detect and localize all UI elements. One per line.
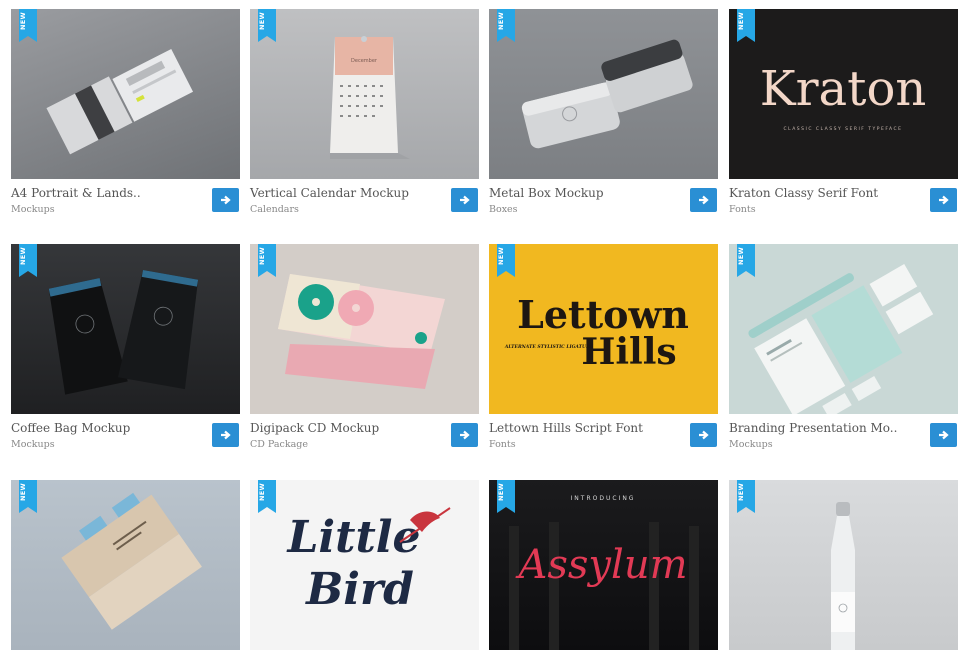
product-card[interactable]: Little Bird NEW [250, 480, 480, 650]
packaging-box-mockup-image [61, 492, 202, 630]
arrow-right-icon [460, 195, 470, 205]
kraton-font-preview: Kraton CLASSIC CLASSY SERIF TYPEFACE [760, 61, 927, 132]
svg-text:INTRODUCING: INTRODUCING [571, 495, 636, 502]
arrow-right-icon [939, 195, 949, 205]
calendar-mockup-image: December [330, 36, 410, 159]
little-bird-font-preview: Little Bird [285, 507, 451, 615]
product-thumbnail[interactable]: Kraton CLASSIC CLASSY SERIF TYPEFACE NEW [729, 9, 958, 179]
product-card[interactable]: NEW A4 Portrait & Lands.. Mockups [11, 9, 241, 229]
view-button[interactable] [690, 423, 717, 447]
product-thumbnail[interactable]: Lettown Hills ALTERNATE STYLISTIC LIGATU… [489, 244, 718, 414]
product-card[interactable]: INTRODUCING Assylum NEW [489, 480, 719, 650]
arrow-right-icon [221, 430, 231, 440]
view-button[interactable] [451, 423, 478, 447]
product-title[interactable]: Kraton Classy Serif Font [729, 186, 878, 200]
product-category[interactable]: Fonts [489, 439, 516, 450]
arrow-right-icon [221, 195, 231, 205]
arrow-right-icon [460, 430, 470, 440]
product-thumbnail[interactable]: NEW [489, 9, 718, 179]
product-grid: NEW A4 Portrait & Lands.. Mockups Decemb… [0, 0, 966, 650]
product-thumbnail[interactable]: NEW [11, 244, 240, 414]
product-thumbnail[interactable]: NEW [729, 244, 958, 414]
svg-text:Kraton: Kraton [760, 61, 927, 117]
product-card[interactable]: Kraton CLASSIC CLASSY SERIF TYPEFACE NEW… [729, 9, 959, 229]
view-button[interactable] [212, 188, 239, 212]
assylum-font-preview: INTRODUCING Assylum [509, 495, 699, 650]
product-category[interactable]: CD Package [250, 439, 308, 450]
branding-presentation-mockup-image [748, 264, 934, 414]
view-button[interactable] [451, 188, 478, 212]
coffee-bag-mockup-image [48, 269, 199, 395]
product-card[interactable]: NEW [11, 480, 241, 650]
brochure-mockup-image [46, 49, 194, 155]
view-button[interactable] [930, 188, 957, 212]
lettown-hills-font-preview: Lettown Hills ALTERNATE STYLISTIC LIGATU… [504, 292, 689, 373]
product-title[interactable]: Branding Presentation Mo.. [729, 421, 897, 435]
product-thumbnail[interactable]: Little Bird NEW [250, 480, 479, 650]
svg-text:Hills: Hills [581, 331, 676, 373]
svg-text:ALTERNATE STYLISTIC LIGATURE: ALTERNATE STYLISTIC LIGATURE [504, 344, 594, 350]
product-card[interactable]: Lettown Hills ALTERNATE STYLISTIC LIGATU… [489, 244, 719, 464]
svg-text:Little: Little [285, 512, 420, 563]
product-card[interactable]: NEW Metal Box Mockup Boxes [489, 9, 719, 229]
product-title[interactable]: Vertical Calendar Mockup [250, 186, 409, 200]
product-title[interactable]: Digipack CD Mockup [250, 421, 379, 435]
product-category[interactable]: Mockups [11, 439, 55, 450]
product-thumbnail[interactable]: December NEW [250, 9, 479, 179]
svg-text:CLASSIC CLASSY SERIF TYPEFACE: CLASSIC CLASSY SERIF TYPEFACE [783, 126, 902, 132]
product-category[interactable]: Mockups [11, 204, 55, 215]
product-thumbnail[interactable]: NEW [729, 480, 958, 650]
view-button[interactable] [212, 423, 239, 447]
view-button[interactable] [930, 423, 957, 447]
product-card[interactable]: NEW [729, 480, 959, 650]
arrow-right-icon [939, 430, 949, 440]
metal-box-mockup-image [521, 39, 693, 149]
product-thumbnail[interactable]: NEW [250, 244, 479, 414]
svg-text:December: December [351, 58, 378, 64]
product-card[interactable]: December NEW Vertical Calendar Mockup Ca… [250, 9, 480, 229]
bottle-mockup-image [831, 502, 855, 650]
product-card[interactable]: NEW Branding Presentation Mo.. Mockups [729, 244, 959, 464]
product-category[interactable]: Boxes [489, 204, 518, 215]
product-thumbnail[interactable]: NEW [11, 480, 240, 650]
view-button[interactable] [690, 188, 717, 212]
svg-text:Assylum: Assylum [514, 542, 687, 588]
product-title[interactable]: Coffee Bag Mockup [11, 421, 130, 435]
product-category[interactable]: Calendars [250, 204, 299, 215]
product-thumbnail[interactable]: INTRODUCING Assylum NEW [489, 480, 718, 650]
arrow-right-icon [699, 430, 709, 440]
product-title[interactable]: Metal Box Mockup [489, 186, 604, 200]
arrow-right-icon [699, 195, 709, 205]
product-category[interactable]: Fonts [729, 204, 756, 215]
product-category[interactable]: Mockups [729, 439, 773, 450]
product-thumbnail[interactable]: NEW [11, 9, 240, 179]
product-card[interactable]: NEW Coffee Bag Mockup Mockups [11, 244, 241, 464]
product-card[interactable]: NEW Digipack CD Mockup CD Package [250, 244, 480, 464]
product-title[interactable]: Lettown Hills Script Font [489, 421, 643, 435]
svg-text:Bird: Bird [304, 564, 414, 615]
cd-digipack-mockup-image [278, 274, 445, 389]
product-title[interactable]: A4 Portrait & Lands.. [11, 186, 141, 200]
